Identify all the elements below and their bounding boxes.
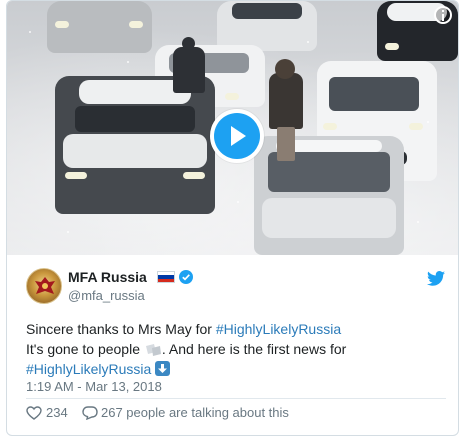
waving-paper-emoji-icon — [145, 344, 161, 357]
tweet-text-segment: . And here is the first news for — [161, 341, 347, 357]
person-head — [182, 37, 195, 50]
person-image — [269, 73, 303, 129]
tweet-text-segment: Sincere thanks to Mrs May for — [26, 321, 216, 337]
hashtag-link[interactable]: #HighlyLikelyRussia — [26, 361, 151, 377]
video-player[interactable] — [7, 1, 458, 255]
tweet-text-segment: It's gone to people — [26, 341, 144, 357]
car-image — [47, 1, 152, 53]
embedded-tweet-card: MFA Russia @mfa_russia Sincere thanks to… — [6, 0, 459, 436]
person-legs — [277, 127, 295, 161]
twitter-bird-icon[interactable] — [427, 271, 445, 286]
divider — [26, 398, 446, 399]
tweet-text: Sincere thanks to Mrs May for #HighlyLik… — [26, 319, 446, 379]
person-image — [173, 47, 205, 93]
russian-flag-icon — [157, 271, 175, 283]
avatar[interactable] — [26, 268, 62, 304]
tweet-timestamp[interactable]: 1:19 AM - Mar 13, 2018 — [26, 379, 162, 394]
car-image — [217, 1, 317, 51]
car-image — [55, 76, 215, 214]
info-icon[interactable] — [434, 6, 452, 24]
author-name[interactable]: MFA Russia — [68, 269, 147, 285]
hashtag-link[interactable]: #HighlyLikelyRussia — [216, 321, 341, 337]
heart-icon[interactable] — [26, 406, 42, 420]
tweet-line: It's gone to people . And here is the fi… — [26, 339, 446, 359]
reply-bubble-icon[interactable] — [82, 406, 98, 420]
play-button[interactable] — [210, 109, 264, 163]
verified-badge-icon — [179, 270, 193, 284]
like-count[interactable]: 234 — [46, 405, 68, 420]
author-handle[interactable]: @mfa_russia — [68, 288, 145, 303]
person-head — [275, 59, 295, 79]
tweet-line: Sincere thanks to Mrs May for #HighlyLik… — [26, 319, 446, 339]
conversation-count[interactable]: 267 people are talking about this — [101, 405, 289, 420]
play-icon — [214, 113, 260, 159]
tweet-line: #HighlyLikelyRussia — [26, 359, 446, 379]
down-arrow-emoji-icon — [155, 361, 171, 376]
